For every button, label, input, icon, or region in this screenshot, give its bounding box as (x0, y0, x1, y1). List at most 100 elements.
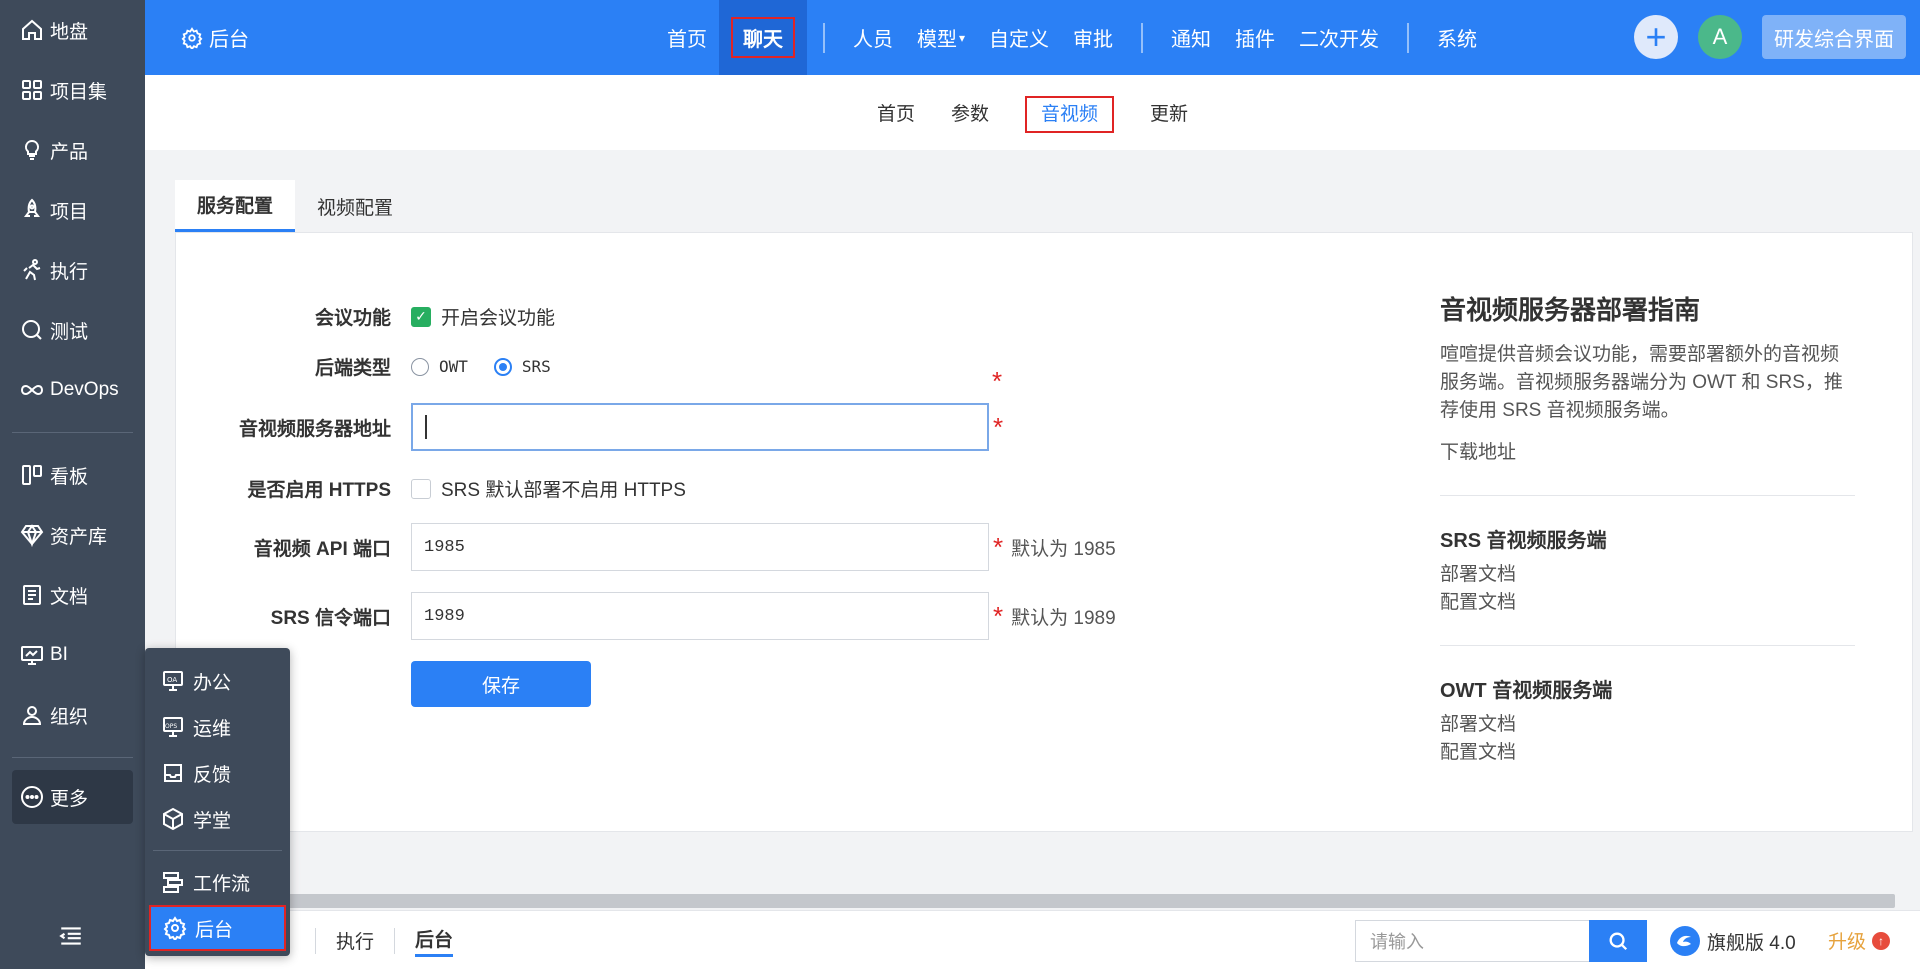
sidebar-divider (12, 432, 133, 433)
nav-plugin[interactable]: 插件 (1223, 0, 1287, 75)
oa-icon: OA (163, 671, 183, 691)
upgrade-link[interactable]: 升级 ↑ (1828, 927, 1891, 954)
zentao-logo-icon (1670, 926, 1700, 956)
sidebar-item-dashboard[interactable]: 地盘 (0, 0, 145, 60)
https-row: 是否启用 HTTPS SRS 默认部署不启用 HTTPS (176, 475, 686, 502)
sidebar-item-bi[interactable]: BI (0, 625, 145, 685)
bottom-item-execution[interactable]: 执行 (336, 927, 374, 954)
radio-owt[interactable] (411, 357, 429, 376)
popup-item-oa[interactable]: OA 办公 (145, 658, 290, 704)
sidebar-item-label: 测试 (50, 321, 89, 343)
srs-deploy-link[interactable]: 部署文档 (1440, 561, 1855, 589)
arrow-up-icon: ↑ (1872, 931, 1891, 950)
rocket-icon (24, 198, 40, 217)
popup-item-workflow[interactable]: 工作流 (145, 859, 290, 905)
tab-service-config[interactable]: 服务配置 (175, 180, 296, 232)
popup-item-label: 运维 (193, 718, 232, 740)
popup-item-label: 后台 (195, 919, 234, 941)
nav-home[interactable]: 首页 (655, 0, 719, 75)
sidebar-item-label: DevOps (50, 379, 119, 400)
srs-title: SRS 音视频服务端 (1440, 530, 1607, 552)
nav-custom[interactable]: 自定义 (977, 0, 1061, 75)
nav-approval[interactable]: 审批 (1061, 0, 1125, 75)
radio-srs[interactable] (493, 357, 512, 376)
subnav-home[interactable]: 首页 (859, 99, 933, 126)
avatar[interactable]: A (1698, 15, 1742, 59)
owt-config-link[interactable]: 配置文档 (1440, 739, 1855, 767)
search-icon (1609, 932, 1628, 951)
sidebar-item-assets[interactable]: 资产库 (0, 505, 145, 565)
sidebar-item-test[interactable]: 测试 (0, 300, 145, 360)
sidebar-item-kanban[interactable]: 看板 (0, 445, 145, 505)
sidebar-item-execution[interactable]: 执行 (0, 240, 145, 300)
guide-divider (1440, 495, 1855, 496)
meeting-checkbox[interactable]: ✓ (411, 306, 431, 327)
radio-owt-label: OWT (439, 357, 468, 376)
search-input[interactable]: 请输入 (1355, 920, 1590, 962)
popup-item-label: 工作流 (193, 873, 251, 895)
sidebar-item-label: 地盘 (50, 21, 89, 43)
create-plus-button[interactable]: + (1634, 15, 1678, 59)
nav-chat[interactable]: 聊天 (719, 0, 807, 75)
backend-row: 后端类型 OWT SRS (176, 353, 577, 380)
nav-system[interactable]: 系统 (1425, 0, 1489, 75)
popup-divider (153, 850, 282, 851)
subnav-update[interactable]: 更新 (1132, 99, 1206, 126)
sidebar-item-product[interactable]: 产品 (0, 120, 145, 180)
admin-title[interactable]: 后台 (181, 23, 249, 52)
rd-interface-button[interactable]: 研发综合界面 (1762, 15, 1906, 59)
https-checkbox[interactable] (411, 478, 431, 499)
popup-item-academy[interactable]: 学堂 (145, 796, 290, 842)
ops-icon: OPS (163, 717, 183, 737)
upgrade-label: 升级 (1828, 932, 1867, 953)
sidebar-item-program[interactable]: 项目集 (0, 60, 145, 120)
nav-model[interactable]: 模型 ▾ (905, 0, 977, 75)
sidebar-item-devops[interactable]: DevOps (0, 360, 145, 420)
grid-icon (22, 80, 42, 100)
signal-port-label: SRS 信令端口 (270, 607, 391, 629)
sidebar-item-docs[interactable]: 文档 (0, 565, 145, 625)
nav-label: 审批 (1073, 29, 1114, 51)
nav-notify[interactable]: 通知 (1159, 0, 1223, 75)
nav-dev[interactable]: 二次开发 (1287, 0, 1391, 75)
sidebar-item-project[interactable]: 项目 (0, 180, 145, 240)
gear-icon (163, 916, 187, 940)
sidebar-item-more[interactable]: 更多 (12, 770, 133, 824)
top-nav: 首页 聊天 人员 模型 ▾ 自定义 审批 通知 插件 二次开发 系统 (655, 0, 1489, 75)
popup-item-feedback[interactable]: 反馈 (145, 750, 290, 796)
subnav-params[interactable]: 参数 (933, 99, 1007, 126)
doc-icon (23, 585, 41, 605)
popup-item-admin[interactable]: 后台 (149, 905, 286, 951)
download-link[interactable]: 下载地址 (1440, 439, 1855, 467)
popup-item-ops[interactable]: OPS 运维 (145, 704, 290, 750)
subnav-label: 更新 (1150, 104, 1189, 125)
collapse-menu-icon[interactable] (58, 923, 84, 949)
server-addr-input[interactable] (411, 403, 989, 451)
api-port-input[interactable]: 1985 (411, 523, 989, 571)
signal-port-row: SRS 信令端口 1989 * 默认为 1989 (176, 592, 1116, 640)
nav-label: 自定义 (989, 29, 1050, 51)
tab-video-config[interactable]: 视频配置 (295, 180, 415, 232)
caret-down-icon: ▾ (959, 30, 966, 45)
signal-port-input[interactable]: 1989 (411, 592, 989, 640)
save-button[interactable]: 保存 (411, 661, 591, 707)
bottom-item-admin[interactable]: 后台 (415, 925, 454, 957)
svg-text:OA: OA (167, 676, 177, 684)
owt-deploy-link[interactable]: 部署文档 (1440, 711, 1855, 739)
home-icon (22, 19, 42, 40)
deploy-guide: 音视频服务器部署指南 喧喧提供音频会议功能，需要部署额外的音视频服务端。音视频服… (1440, 290, 1855, 767)
nav-label: 人员 (853, 29, 893, 51)
srs-config-link[interactable]: 配置文档 (1440, 589, 1855, 617)
meeting-row: 会议功能 ✓ 开启会议功能 (176, 303, 555, 330)
sidebar-item-label: 项目 (50, 201, 89, 223)
bulb-icon (24, 139, 40, 160)
sidebar-item-org[interactable]: 组织 (0, 685, 145, 745)
meeting-option-label: 开启会议功能 (441, 308, 556, 329)
nav-label: 系统 (1437, 29, 1478, 51)
horizontal-scrollbar[interactable] (145, 894, 1895, 908)
nav-people[interactable]: 人员 (841, 0, 905, 75)
sidebar-item-label: 产品 (50, 141, 89, 163)
subnav-label: 参数 (950, 104, 989, 125)
search-button[interactable] (1589, 920, 1647, 962)
subnav-av[interactable]: 音视频 (1007, 96, 1132, 133)
